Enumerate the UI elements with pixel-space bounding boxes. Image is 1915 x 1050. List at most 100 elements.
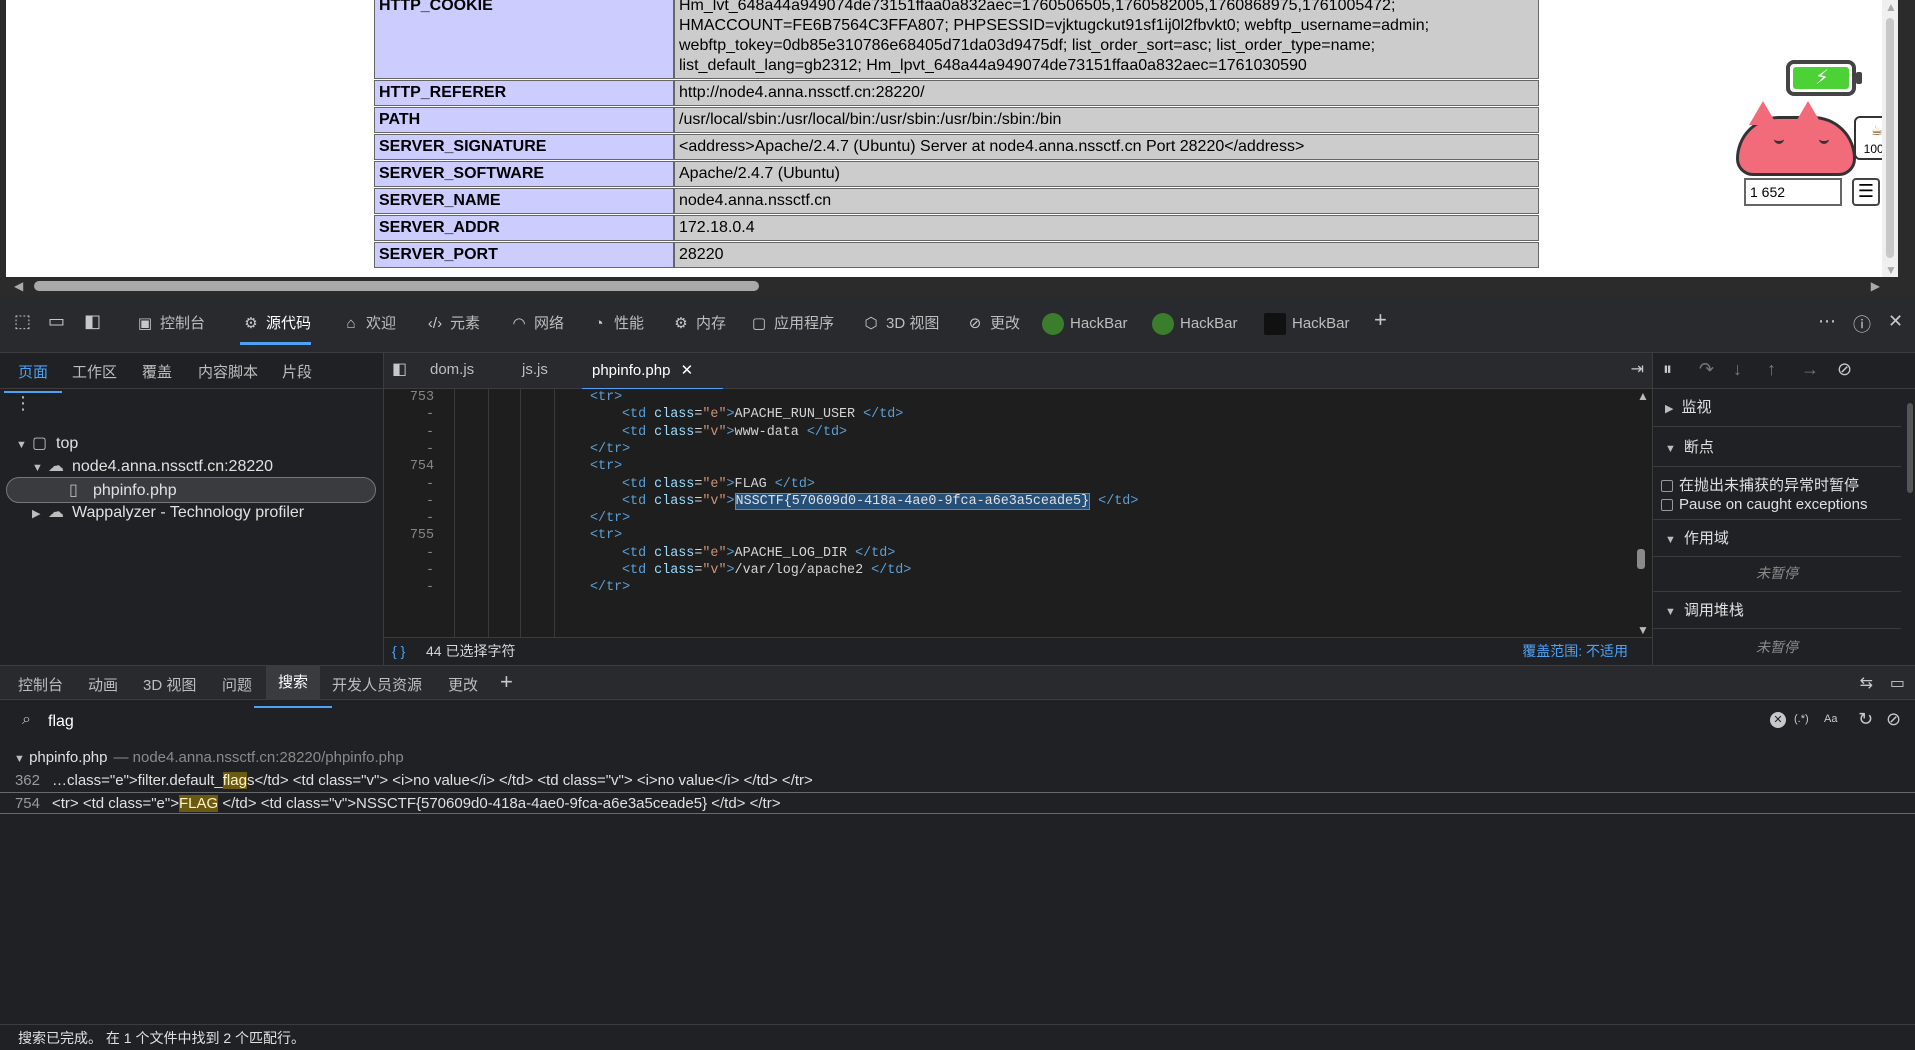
tab-snippets[interactable]: 片段	[282, 361, 312, 382]
pause-caught-option[interactable]: Pause on caught exceptions	[1661, 496, 1867, 513]
dock-side-icon[interactable]: ◧	[84, 311, 101, 332]
help-icon[interactable]: ⓘ	[1853, 311, 1871, 337]
section-watch[interactable]: ▶ 监视	[1653, 389, 1901, 427]
tab-hackbar-2[interactable]: HackBar	[1152, 309, 1238, 339]
selected-flag-text[interactable]: NSSCTF{570609d0-418a-4ae0-9fca-a6e3a5cea…	[734, 492, 1091, 510]
debugger-scrollbar[interactable]	[1907, 403, 1913, 493]
pet-menu-button[interactable]: ☰	[1852, 178, 1880, 206]
line-number[interactable]: -	[384, 562, 434, 579]
section-call-stack[interactable]: ▼ 调用堆栈	[1653, 591, 1901, 629]
tab-content-scripts[interactable]: 内容脚本	[198, 361, 258, 382]
tab-performance[interactable]: ◔ 性能	[588, 309, 644, 339]
code-view[interactable]: 753 <tr> - <td class="e">APACHE_RUN_USER </…	[384, 389, 1632, 637]
step-over-icon[interactable]: ↷	[1699, 359, 1714, 380]
pause-uncaught-checkbox[interactable]	[1661, 480, 1673, 493]
close-drawer-icon[interactable]: ▭	[1890, 673, 1905, 693]
code-line[interactable]: - <td class="e">APACHE_LOG_DIR </td>	[384, 545, 1632, 562]
line-number[interactable]: -	[384, 493, 434, 510]
tab-hackbar-3[interactable]: HackBar	[1264, 309, 1350, 339]
line-number[interactable]: -	[384, 579, 434, 596]
tab-page[interactable]: 页面	[3, 361, 63, 393]
code-line[interactable]: - </tr>	[384, 441, 1632, 458]
tab-dom-js[interactable]: dom.js	[430, 361, 474, 378]
tab-hackbar-1[interactable]: HackBar	[1042, 309, 1128, 339]
line-number[interactable]: -	[384, 510, 434, 527]
add-tab-icon[interactable]: +	[1374, 307, 1387, 333]
tab-workspace[interactable]: 工作区	[72, 361, 117, 382]
close-tab-icon[interactable]: ✕	[681, 362, 694, 379]
line-number[interactable]: -	[384, 476, 434, 493]
tab-elements[interactable]: ‹/› 元素	[424, 309, 480, 339]
line-number[interactable]: -	[384, 424, 434, 441]
line-number[interactable]: -	[384, 406, 434, 423]
code-line[interactable]: - <td class="v">NSSCTF{570609d0-418a-4ae0…	[384, 492, 1632, 510]
step-into-icon[interactable]: ↓	[1733, 359, 1742, 380]
pause-uncaught-option[interactable]: 在抛出未捕获的异常时暂停	[1661, 474, 1859, 495]
device-toolbar-icon[interactable]: ▭	[48, 311, 65, 332]
line-number[interactable]: 753	[384, 389, 434, 406]
pet-widget[interactable]: ⚡ ☕ 1000 1 652 ☰	[1736, 58, 1898, 213]
step-icon[interactable]: →	[1801, 359, 1819, 380]
pause-caught-checkbox[interactable]	[1661, 499, 1673, 512]
line-number[interactable]: -	[384, 545, 434, 562]
line-number[interactable]: -	[384, 441, 434, 458]
clear-search-icon[interactable]: ✕	[1770, 712, 1786, 728]
tab-memory[interactable]: ⚙ 内存	[670, 309, 726, 339]
page-horizontal-scrollbar[interactable]: ◀ ▶	[6, 277, 1898, 295]
drawer-tab-3d-view[interactable]: 3D 视图	[143, 674, 196, 695]
deactivate-breakpoints-icon[interactable]: ⊘	[1837, 359, 1852, 380]
cat-pet-icon[interactable]	[1736, 101, 1856, 176]
drawer-tab-issues[interactable]: 问题	[222, 674, 252, 695]
code-line[interactable]: - <td class="v">www-data </td>	[384, 424, 1632, 441]
regex-toggle[interactable]: (.*)	[1794, 713, 1809, 725]
code-line[interactable]: - </tr>	[384, 510, 1632, 527]
section-breakpoints[interactable]: ▼ 断点	[1653, 429, 1901, 467]
result-file-header[interactable]: ▼ phpinfo.php — node4.anna.nssctf.cn:2822…	[14, 746, 404, 770]
tab-console[interactable]: ▣ 控制台	[134, 309, 205, 339]
drawer-tab-changes[interactable]: 更改	[448, 674, 478, 695]
pause-icon[interactable]: ⏸	[1663, 359, 1672, 380]
more-options-icon[interactable]: ⋯	[1818, 311, 1836, 332]
search-result-row[interactable]: 362 …class="e">filter.default_flags</td> …	[0, 770, 1915, 792]
tab-js-js[interactable]: js.js	[522, 361, 548, 378]
step-out-icon[interactable]: ↑	[1767, 359, 1776, 380]
clear-results-icon[interactable]: ⊘	[1886, 709, 1901, 730]
tab-application[interactable]: ▢ 应用程序	[748, 309, 834, 339]
page-vertical-scrollbar[interactable]: ▲ ▼	[1882, 0, 1898, 277]
navigator-more-icon[interactable]: ⋮	[14, 393, 32, 414]
search-result-row[interactable]: 754 <tr> <td class="e">FLAG </td> <td cla…	[0, 792, 1915, 814]
tab-overrides[interactable]: 覆盖	[142, 361, 172, 382]
tab-changes[interactable]: ⊘ 更改	[964, 309, 1020, 339]
drawer-tab-developer-resources[interactable]: 开发人员资源	[332, 674, 422, 695]
match-case-toggle[interactable]: Aa	[1824, 713, 1837, 725]
code-line[interactable]: 753 <tr>	[384, 389, 1632, 406]
tree-item-wappalyzer[interactable]: ▶ ☁ Wappalyzer - Technology profiler	[32, 500, 304, 526]
coverage-link[interactable]: 覆盖范围: 不适用	[1522, 638, 1628, 664]
line-number[interactable]: 755	[384, 527, 434, 544]
pretty-print-button[interactable]: { }	[392, 638, 405, 664]
tab-welcome[interactable]: ⌂ 欢迎	[340, 309, 396, 339]
drawer-add-tab-icon[interactable]: +	[500, 669, 513, 695]
tab-phpinfo-php[interactable]: phpinfo.php ✕	[581, 361, 724, 390]
drawer-tab-console[interactable]: 控制台	[18, 674, 63, 695]
code-line[interactable]: - <td class="v">/var/log/apache2 </td>	[384, 562, 1632, 579]
toggle-navigator-icon[interactable]: ◧	[392, 359, 407, 379]
line-number[interactable]: 754	[384, 458, 434, 475]
section-scope[interactable]: ▼ 作用域	[1653, 519, 1901, 557]
code-line[interactable]: - <td class="e">APACHE_RUN_USER </td>	[384, 406, 1632, 423]
close-devtools-icon[interactable]: ✕	[1888, 311, 1903, 332]
tab-3d-view[interactable]: ⬡ 3D 视图	[860, 309, 939, 339]
code-line[interactable]: 755 <tr>	[384, 527, 1632, 544]
tab-network[interactable]: ◠ 网络	[508, 309, 564, 339]
code-line[interactable]: - <td class="e">FLAG </td>	[384, 476, 1632, 493]
code-line[interactable]: 754 <tr>	[384, 458, 1632, 475]
tab-sources[interactable]: ⚙ 源代码	[240, 309, 312, 345]
dock-drawer-icon[interactable]: ⇆	[1860, 673, 1873, 693]
drawer-tab-search[interactable]: 搜索	[253, 666, 333, 708]
search-input[interactable]	[48, 710, 1748, 734]
code-line[interactable]: - </tr>	[384, 579, 1632, 596]
editor-scrollbar[interactable]: ▲ ▼	[1632, 389, 1652, 637]
refresh-icon[interactable]: ↻	[1858, 709, 1873, 730]
inspect-element-icon[interactable]: ⬚	[14, 311, 31, 332]
toggle-debugger-icon[interactable]: ⇥	[1631, 359, 1644, 379]
